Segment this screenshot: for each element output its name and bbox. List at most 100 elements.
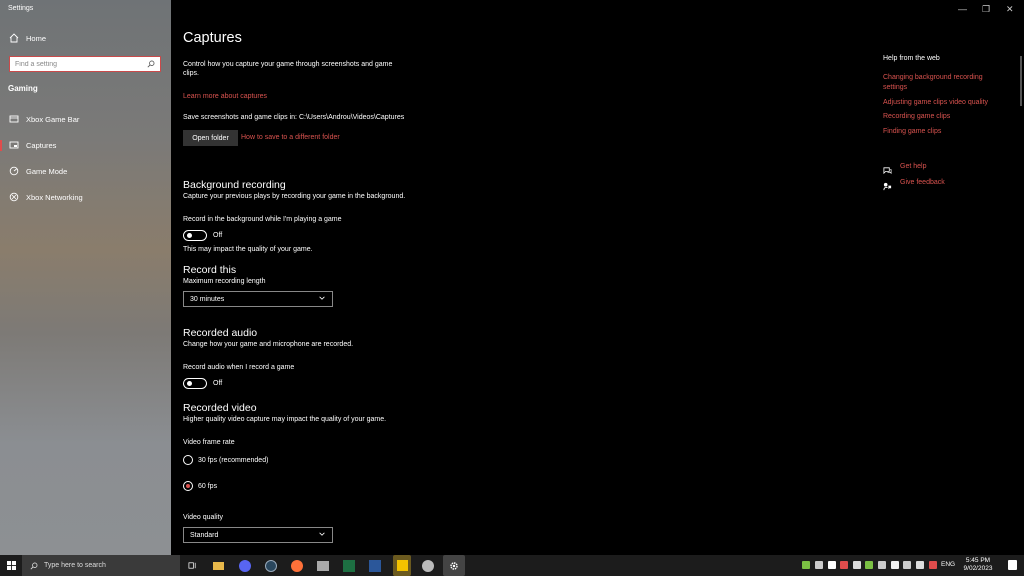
sidebar-item-label: Captures <box>26 140 57 150</box>
background-recording-heading: Background recording <box>183 179 286 191</box>
game-bar-app-icon[interactable] <box>393 555 411 576</box>
file-explorer-icon[interactable] <box>211 558 226 573</box>
volume-icon[interactable] <box>916 561 924 569</box>
intro-text-line2: clips. <box>183 70 199 77</box>
close-button[interactable]: ✕ <box>1006 4 1014 15</box>
background-recording-toggle[interactable] <box>183 230 207 241</box>
chevron-down-icon <box>318 530 326 540</box>
tray-icon[interactable] <box>865 561 873 569</box>
steam-icon[interactable] <box>263 558 278 573</box>
help-link-background-recording[interactable]: Changing background recording settings <box>883 73 1003 93</box>
chevron-down-icon <box>318 294 326 304</box>
background-note: This may impact the quality of your game… <box>183 246 313 253</box>
xbox-game-bar-icon <box>8 113 20 125</box>
search-input[interactable] <box>10 57 144 71</box>
main-content: Captures Control how you capture your ga… <box>171 0 1024 555</box>
windows-logo-icon <box>6 561 16 570</box>
active-indicator <box>0 140 2 151</box>
tray-icon[interactable] <box>853 561 861 569</box>
recorded-audio-heading: Recorded audio <box>183 327 258 339</box>
search-icon <box>30 562 38 570</box>
max-length-label: Maximum recording length <box>183 278 266 285</box>
task-view-icon[interactable] <box>185 558 200 573</box>
minimize-button[interactable]: — <box>958 4 967 14</box>
tray-icon[interactable] <box>828 561 836 569</box>
learn-more-link[interactable]: Learn more about captures <box>183 93 267 100</box>
excel-icon[interactable] <box>341 558 356 573</box>
fps-60-radio[interactable] <box>183 481 193 491</box>
tray-icon[interactable] <box>802 561 810 569</box>
toggle-knob <box>186 232 192 239</box>
sidebar-item-game-mode[interactable]: Game Mode <box>0 161 171 181</box>
clock-time: 5:45 PM <box>965 557 991 564</box>
sidebar-item-label: Game Mode <box>26 166 68 176</box>
toggle-knob <box>186 380 192 387</box>
record-audio-toggle[interactable] <box>183 378 207 389</box>
recorded-video-description: Higher quality video capture may impact … <box>183 416 387 423</box>
dropdown-value: Standard <box>190 531 219 539</box>
sidebar-item-captures[interactable]: Captures <box>0 135 171 155</box>
fps-30-radio[interactable] <box>183 455 193 465</box>
video-quality-dropdown[interactable]: Standard <box>183 527 333 543</box>
sidebar-item-label: Xbox Networking <box>26 192 83 202</box>
get-help-link[interactable]: Get help <box>900 163 926 170</box>
audio-toggle-state: Off <box>213 380 223 387</box>
recorded-audio-description: Change how your game and microphone are … <box>183 341 354 348</box>
sidebar-item-label: Home <box>26 33 47 43</box>
help-link-recording-clips[interactable]: Recording game clips <box>883 112 1003 122</box>
taskbar-search-placeholder: Type here to search <box>44 562 106 569</box>
feedback-icon <box>883 178 892 196</box>
help-heading: Help from the web <box>883 55 940 62</box>
different-folder-link[interactable]: How to save to a different folder <box>241 134 340 141</box>
scrollbar[interactable] <box>1020 56 1022 106</box>
recorded-video-heading: Recorded video <box>183 402 257 414</box>
tray-icon[interactable] <box>929 561 937 569</box>
xbox-icon <box>8 191 20 203</box>
tray-icon[interactable] <box>878 561 886 569</box>
discord-icon[interactable] <box>237 558 252 573</box>
language-indicator[interactable]: ENG <box>941 561 955 568</box>
open-folder-button[interactable]: Open folder <box>183 130 238 146</box>
video-quality-label: Video quality <box>183 514 223 521</box>
background-toggle-state: Off <box>213 232 223 239</box>
clock[interactable]: 5:45 PM 9/02/2023 <box>959 557 997 573</box>
app-title: Settings <box>8 5 34 12</box>
app-icon[interactable] <box>315 558 330 573</box>
help-link-finding-clips[interactable]: Finding game clips <box>883 127 1003 137</box>
tray-icon[interactable] <box>815 561 823 569</box>
settings-app-icon[interactable] <box>443 555 465 576</box>
firefox-icon[interactable] <box>289 558 304 573</box>
home-icon <box>8 32 20 44</box>
app-icon[interactable] <box>420 558 435 573</box>
fps-60-label[interactable]: 60 fps <box>198 483 217 490</box>
sidebar-item-xbox-game-bar[interactable]: Xbox Game Bar <box>0 109 171 129</box>
taskbar: Type here to search ENG 5:45 PM 9/02/202… <box>0 555 1024 576</box>
fps-30-label[interactable]: 30 fps (recommended) <box>198 457 268 464</box>
notification-icon[interactable] <box>1008 560 1017 570</box>
sidebar: Settings Home Gaming Xbox Game Bar Captu… <box>0 0 171 555</box>
background-recording-description: Capture your previous plays by recording… <box>183 193 406 200</box>
background-toggle-label: Record in the background while I'm playi… <box>183 216 342 223</box>
search-setting-box[interactable] <box>9 56 161 72</box>
max-length-dropdown[interactable]: 30 minutes <box>183 291 333 307</box>
page-title: Captures <box>183 30 242 46</box>
start-button[interactable] <box>0 555 22 576</box>
help-link-video-quality[interactable]: Adjusting game clips video quality <box>883 98 1003 108</box>
frame-rate-label: Video frame rate <box>183 439 235 446</box>
intro-text-line1: Control how you capture your game throug… <box>183 61 393 68</box>
sidebar-item-label: Xbox Game Bar <box>26 114 80 124</box>
dropdown-value: 30 minutes <box>190 295 225 303</box>
word-icon[interactable] <box>367 558 382 573</box>
restore-button[interactable]: ❐ <box>982 4 990 15</box>
give-feedback-link[interactable]: Give feedback <box>900 179 945 186</box>
tray-icon[interactable] <box>840 561 848 569</box>
audio-toggle-label: Record audio when I record a game <box>183 364 295 371</box>
sidebar-item-xbox-networking[interactable]: Xbox Networking <box>0 187 171 207</box>
search-icon[interactable] <box>144 57 158 71</box>
battery-icon[interactable] <box>891 561 899 569</box>
section-heading: Gaming <box>8 84 38 93</box>
taskbar-search[interactable]: Type here to search <box>22 555 180 576</box>
sidebar-item-home[interactable]: Home <box>0 28 171 48</box>
network-icon[interactable] <box>903 561 911 569</box>
record-this-heading: Record this <box>183 264 237 276</box>
